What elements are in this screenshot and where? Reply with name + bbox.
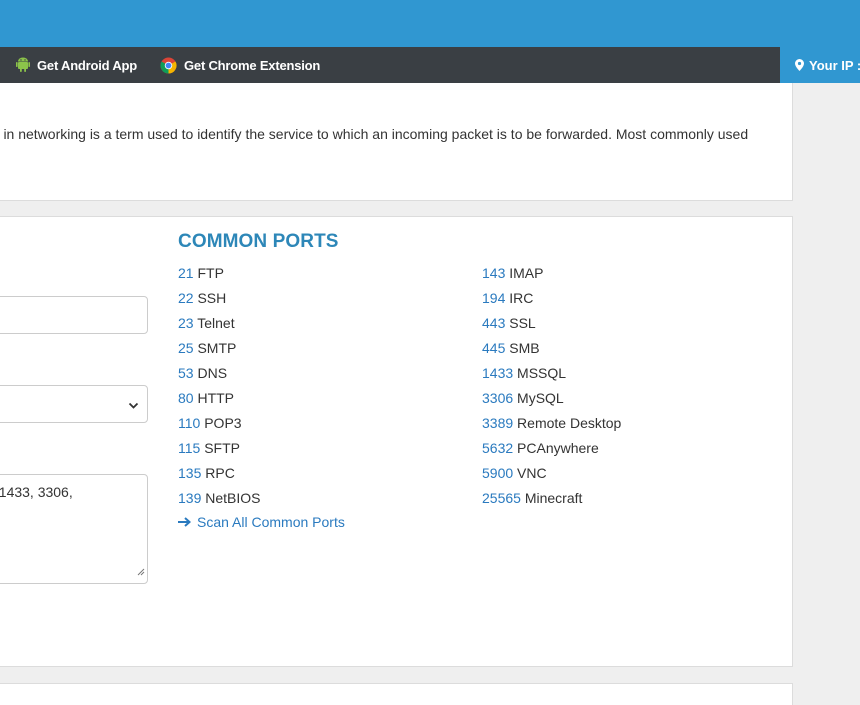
bottom-card [0, 683, 793, 705]
get-chrome-extension-link[interactable]: Get Chrome Extension [160, 47, 320, 83]
get-android-app-link[interactable]: Get Android App [16, 47, 137, 83]
port-service-name: FTP [197, 265, 224, 281]
port-service-name: SMB [509, 340, 540, 356]
port-service-name: Remote Desktop [517, 415, 622, 431]
port-number-link[interactable]: 3306 [482, 390, 513, 406]
port-number-link[interactable]: 110 [178, 415, 200, 431]
list-item: 5900 VNC [482, 464, 621, 489]
port-number-link[interactable]: 23 [178, 315, 194, 331]
port-service-name: Telnet [197, 315, 235, 331]
port-service-name: POP3 [204, 415, 242, 431]
port-number-link[interactable]: 25 [178, 340, 194, 356]
port-number-link[interactable]: 3389 [482, 415, 513, 431]
port-service-name: SSL [509, 315, 536, 331]
top-header-bar [0, 0, 860, 47]
ports-textarea[interactable]: , 1433, 3306, [0, 474, 148, 584]
port-number-link[interactable]: 443 [482, 315, 505, 331]
port-scanner-card [0, 216, 793, 667]
port-service-name: RPC [205, 465, 235, 481]
chevron-down-icon [128, 398, 139, 416]
port-number-link[interactable]: 5632 [482, 440, 513, 456]
android-app-label: Get Android App [37, 57, 138, 73]
port-number-link[interactable]: 135 [178, 465, 201, 481]
resize-handle-icon[interactable] [136, 563, 145, 581]
arrow-right-icon [178, 517, 192, 527]
host-input[interactable] [0, 296, 148, 334]
intro-text: rt in networking is a term used to ident… [0, 126, 749, 142]
port-service-name: DNS [197, 365, 228, 381]
intro-card: rt in networking is a term used to ident… [0, 83, 793, 201]
list-item: 5632 PCAnywhere [482, 439, 621, 464]
list-item: 22 SSH [178, 289, 261, 314]
common-ports-right-column: 143 IMAP 194 IRC 443 SSL 445 SMB 1433 MS… [482, 264, 621, 514]
list-item: 25 SMTP [178, 339, 261, 364]
port-number-link[interactable]: 5900 [482, 465, 513, 481]
scan-all-common-ports-link[interactable]: Scan All Common Ports [178, 514, 345, 530]
port-service-name: IRC [509, 290, 534, 306]
port-service-name: MSSQL [517, 365, 567, 381]
port-service-name: VNC [517, 465, 547, 481]
list-item: 445 SMB [482, 339, 621, 364]
list-item: 143 IMAP [482, 264, 621, 289]
common-ports-title: COMMON PORTS [178, 231, 339, 252]
port-number-link[interactable]: 139 [178, 490, 201, 506]
map-marker-icon [795, 59, 804, 71]
your-ip-box: Your IP : [780, 47, 860, 83]
port-service-name: HTTP [197, 390, 235, 406]
list-item: 21 FTP [178, 264, 261, 289]
scan-type-select[interactable] [0, 385, 148, 423]
list-item: 53 DNS [178, 364, 261, 389]
port-number-link[interactable]: 22 [178, 290, 194, 306]
port-service-name: SMTP [197, 340, 237, 356]
port-service-name: Minecraft [524, 490, 583, 506]
list-item: 25565 Minecraft [482, 489, 621, 514]
list-item: 139 NetBIOS [178, 489, 261, 514]
port-service-name: SSH [197, 290, 227, 306]
list-item: 80 HTTP [178, 389, 261, 414]
port-number-link[interactable]: 445 [482, 340, 505, 356]
android-icon [16, 57, 30, 73]
ports-textarea-value: , 1433, 3306, [0, 484, 73, 500]
port-service-name: NetBIOS [205, 490, 261, 506]
port-number-link[interactable]: 80 [178, 390, 194, 406]
chrome-extension-label: Get Chrome Extension [184, 57, 321, 73]
list-item: 194 IRC [482, 289, 621, 314]
port-number-link[interactable]: 53 [178, 365, 194, 381]
list-item: 3306 MySQL [482, 389, 621, 414]
port-number-link[interactable]: 143 [482, 265, 505, 281]
scan-all-label: Scan All Common Ports [197, 514, 345, 530]
port-service-name: IMAP [509, 265, 544, 281]
list-item: 110 POP3 [178, 414, 261, 439]
port-number-link[interactable]: 1433 [482, 365, 513, 381]
port-number-link[interactable]: 21 [178, 265, 194, 281]
list-item: 23 Telnet [178, 314, 261, 339]
list-item: 443 SSL [482, 314, 621, 339]
list-item: 135 RPC [178, 464, 261, 489]
common-ports-left-column: 21 FTP 22 SSH 23 Telnet 25 SMTP 53 DNS 8… [178, 264, 261, 514]
list-item: 1433 MSSQL [482, 364, 621, 389]
port-number-link[interactable]: 25565 [482, 490, 521, 506]
chrome-icon [160, 57, 177, 74]
your-ip-label: Your IP : [809, 57, 860, 73]
port-service-name: MySQL [517, 390, 564, 406]
port-number-link[interactable]: 194 [482, 290, 505, 306]
list-item: 115 SFTP [178, 439, 261, 464]
list-item: 3389 Remote Desktop [482, 414, 621, 439]
port-service-name: SFTP [204, 440, 240, 456]
navbar: Get Android App Get Chrome Extension You… [0, 47, 860, 83]
port-service-name: PCAnywhere [517, 440, 599, 456]
port-number-link[interactable]: 115 [178, 440, 200, 456]
